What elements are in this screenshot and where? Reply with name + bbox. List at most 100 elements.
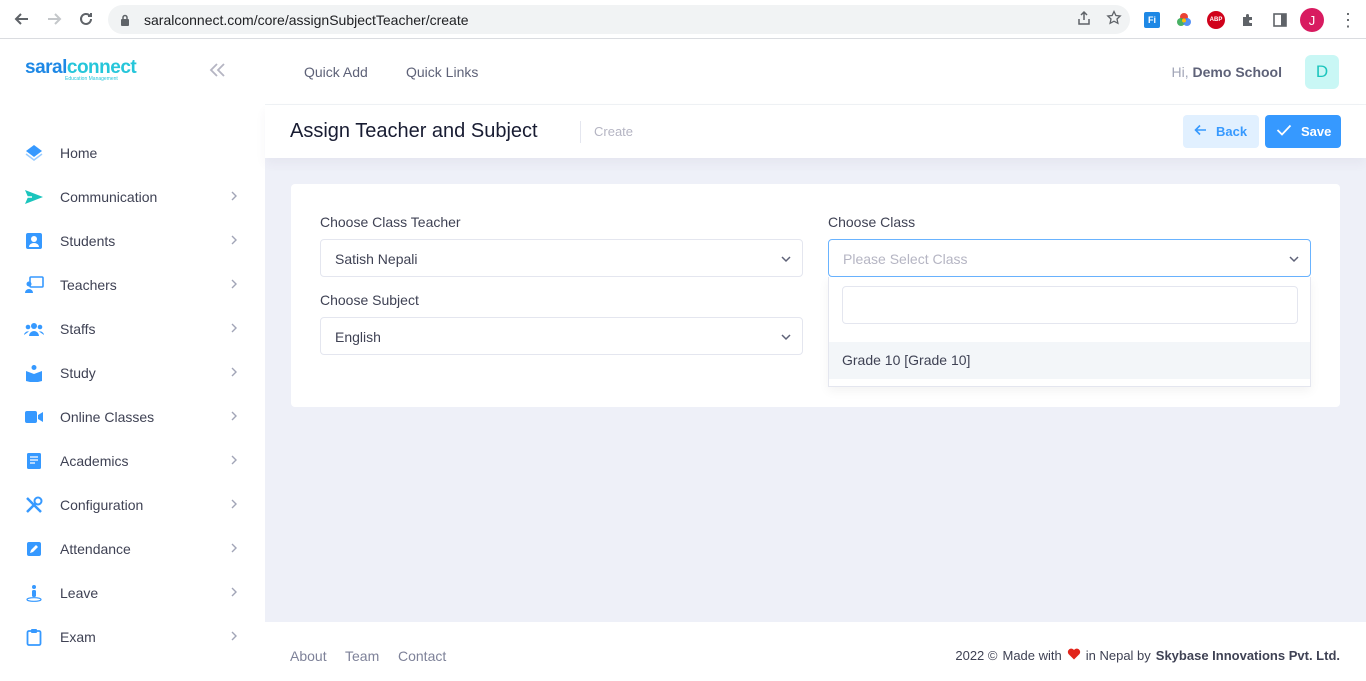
- greeting-text: Hi,: [1171, 64, 1189, 80]
- breadcrumb: Create: [594, 124, 634, 139]
- browser-menu-icon[interactable]: ⋮: [1338, 8, 1358, 32]
- class-option[interactable]: Grade 10 [Grade 10]: [829, 342, 1310, 379]
- heart-icon: [1067, 648, 1081, 663]
- company-link[interactable]: Skybase Innovations Pvt. Ltd.: [1156, 648, 1340, 663]
- sidebar-item-configuration[interactable]: Configuration: [0, 483, 265, 527]
- video-icon: [24, 407, 44, 427]
- class-option-label: Grade 10 [Grade 10]: [842, 352, 971, 368]
- chevron-right-icon: [230, 498, 238, 512]
- sidebar-item-label: Exam: [60, 629, 96, 645]
- sidebar-item-label: Home: [60, 145, 98, 161]
- class-select[interactable]: Please Select Class: [828, 239, 1311, 277]
- sidebar-item-label: Leave: [60, 585, 99, 601]
- sidebar-item-attendance[interactable]: Attendance: [0, 527, 265, 571]
- footer-link-team[interactable]: Team: [345, 648, 379, 664]
- url-text: saralconnect.com/core/assignSubjectTeach…: [144, 11, 469, 28]
- student-icon: [24, 231, 44, 251]
- puzzle-extensions-icon[interactable]: [1239, 9, 1257, 31]
- share-icon[interactable]: [1076, 10, 1092, 30]
- teacher-icon: [24, 275, 44, 295]
- chevron-down-icon: [780, 252, 792, 264]
- sidebar-item-home[interactable]: Home: [0, 131, 265, 175]
- class-teacher-label: Choose Class Teacher: [320, 214, 461, 230]
- subheader: Assign Teacher and Subject Create Back S…: [265, 105, 1366, 158]
- sidebar-item-label: Online Classes: [60, 409, 155, 425]
- lock-icon: [120, 14, 130, 26]
- sidebar-item-online-classes[interactable]: Online Classes: [0, 395, 265, 439]
- users-icon: [24, 319, 44, 339]
- person-location-icon: [24, 583, 44, 603]
- sidebar-item-staffs[interactable]: Staffs: [0, 307, 265, 351]
- page-title: Assign Teacher and Subject: [290, 120, 538, 142]
- chevron-down-icon: [780, 330, 792, 342]
- sidebar: saralconnect Education Management Home Co…: [0, 39, 265, 681]
- sidebar-item-communication[interactable]: Communication: [0, 175, 265, 219]
- quick-add-link[interactable]: Quick Add: [304, 64, 368, 80]
- side-panel-icon[interactable]: [1271, 9, 1289, 31]
- sidebar-item-label: Teachers: [60, 277, 117, 293]
- fi-extension-icon[interactable]: Fi: [1143, 9, 1161, 31]
- color-wheel-extension-icon[interactable]: [1175, 9, 1193, 31]
- abp-extension-icon[interactable]: ABP: [1206, 9, 1226, 31]
- collapse-sidebar-icon[interactable]: [208, 61, 226, 84]
- sidebar-item-exam[interactable]: Exam: [0, 615, 265, 659]
- sidebar-item-label: Communication: [60, 189, 158, 205]
- sidebar-item-label: Students: [60, 233, 116, 249]
- book-reader-icon: [24, 363, 44, 383]
- sidebar-item-academics[interactable]: Academics: [0, 439, 265, 483]
- sidebar-item-teachers[interactable]: Teachers: [0, 263, 265, 307]
- sidebar-item-label: Staffs: [60, 321, 96, 337]
- back-button-label: Back: [1216, 124, 1248, 139]
- saralconnect-logo[interactable]: saralconnect Education Management: [25, 57, 137, 82]
- class-label: Choose Class: [828, 214, 916, 230]
- sidebar-item-label: Attendance: [60, 541, 131, 557]
- home-icon: [24, 143, 44, 163]
- footer-copyright: 2022 © Made with in Nepal by Skybase Inn…: [955, 648, 1340, 663]
- arrow-left-icon: [1194, 124, 1207, 139]
- chevron-right-icon: [230, 366, 238, 380]
- copyright-year: 2022 ©: [955, 648, 998, 663]
- chevron-right-icon: [230, 630, 238, 644]
- sidebar-item-label: Academics: [60, 453, 129, 469]
- class-teacher-value: Satish Nepali: [335, 251, 418, 267]
- address-bar[interactable]: saralconnect.com/core/assignSubjectTeach…: [108, 5, 1130, 34]
- sidebar-menu: Home Communication Students Teachers Staffs S…: [0, 131, 265, 659]
- forward-arrow-icon[interactable]: [38, 3, 70, 35]
- in-nepal-text: in Nepal by: [1085, 648, 1151, 663]
- class-placeholder: Please Select Class: [843, 251, 968, 267]
- quick-links-link[interactable]: Quick Links: [406, 64, 478, 80]
- tools-icon: [24, 495, 44, 515]
- send-icon: [24, 187, 44, 207]
- class-search-input[interactable]: [842, 286, 1298, 324]
- class-teacher-select[interactable]: Satish Nepali: [320, 239, 803, 277]
- footer-link-about[interactable]: About: [290, 648, 327, 664]
- save-button-label: Save: [1301, 124, 1332, 139]
- chevron-down-icon: [1288, 252, 1300, 264]
- back-button[interactable]: Back: [1183, 115, 1259, 148]
- subject-label: Choose Subject: [320, 292, 419, 308]
- profile-avatar[interactable]: J: [1300, 8, 1324, 32]
- sidebar-item-leave[interactable]: Leave: [0, 571, 265, 615]
- abp-extension-label: ABP: [1207, 11, 1225, 29]
- chevron-right-icon: [230, 322, 238, 336]
- bookmark-star-icon[interactable]: [1106, 9, 1122, 30]
- back-arrow-icon[interactable]: [6, 3, 38, 35]
- fi-extension-label: Fi: [1144, 12, 1160, 28]
- chevron-right-icon: [230, 234, 238, 248]
- sidebar-item-students[interactable]: Students: [0, 219, 265, 263]
- chevron-right-icon: [230, 190, 238, 204]
- top-header: Quick Add Quick Links Hi, Demo School D: [265, 39, 1366, 105]
- sidebar-item-study[interactable]: Study: [0, 351, 265, 395]
- chevron-right-icon: [230, 586, 238, 600]
- clipboard-icon: [24, 627, 44, 647]
- logo-text-part2: connect: [66, 57, 137, 78]
- subject-value: English: [335, 329, 381, 345]
- class-dropdown: Grade 10 [Grade 10]: [828, 277, 1311, 387]
- subject-select[interactable]: English: [320, 317, 803, 355]
- save-button[interactable]: Save: [1265, 115, 1341, 148]
- user-greeting[interactable]: Hi, Demo School: [1172, 64, 1282, 80]
- sidebar-item-label: Configuration: [60, 497, 144, 513]
- user-avatar[interactable]: D: [1305, 55, 1339, 89]
- footer-link-contact[interactable]: Contact: [398, 648, 446, 664]
- reload-icon[interactable]: [70, 3, 102, 35]
